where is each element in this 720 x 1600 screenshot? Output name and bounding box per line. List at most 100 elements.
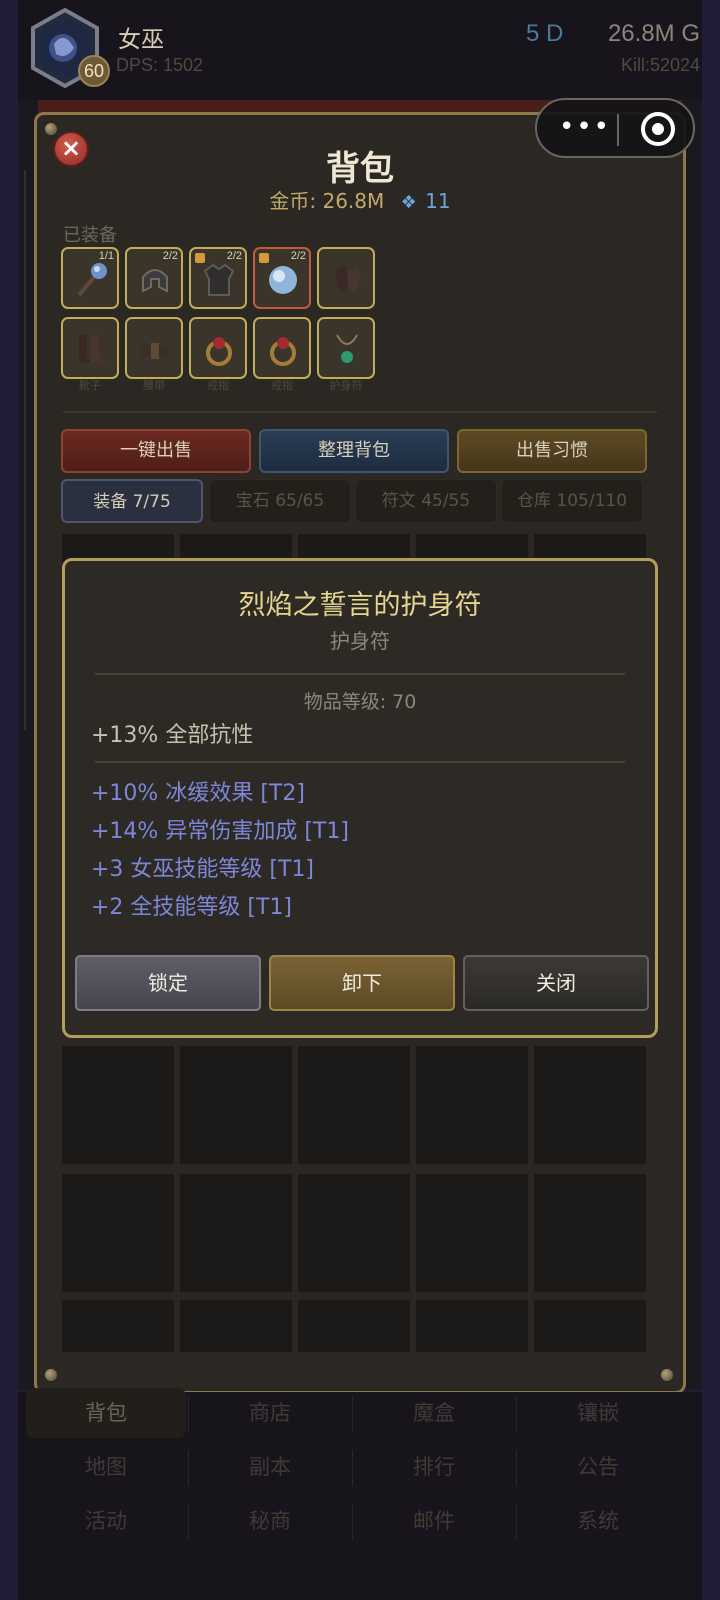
- currency-row: 金币: 26.8M ❖ 11: [37, 185, 683, 214]
- gem-count: 11: [425, 189, 451, 213]
- bottom-navigation: 背包 商店 魔盒 镶嵌 地图 副本 排行 公告 活动 秘商 邮件 系统: [18, 1388, 702, 1600]
- nav-divider: [188, 1504, 189, 1540]
- nav-ranking[interactable]: 排行: [354, 1442, 514, 1492]
- helmet-icon: [142, 269, 168, 293]
- inventory-cell[interactable]: [533, 1173, 647, 1293]
- slot-label: 戒指: [207, 379, 229, 392]
- divider: [63, 411, 657, 413]
- kill-counter: Kill:52024: [620, 55, 700, 75]
- rivet-icon: [661, 1369, 673, 1381]
- nav-magic-box[interactable]: 魔盒: [354, 1388, 514, 1438]
- inventory-cell[interactable]: [533, 1299, 647, 1353]
- tab-runes[interactable]: 符文 45/55: [355, 479, 497, 523]
- inventory-cell[interactable]: [297, 1045, 411, 1165]
- armor-icon: [203, 263, 235, 296]
- tab-equipment[interactable]: 装备 7/75: [61, 479, 203, 523]
- nav-divider: [188, 1396, 189, 1432]
- gloves-icon: [335, 265, 361, 293]
- equip-slot-boots[interactable]: 靴子: [61, 317, 119, 392]
- sell-habit-button[interactable]: 出售习惯: [457, 429, 647, 473]
- nav-shop[interactable]: 商店: [190, 1388, 350, 1438]
- lock-item-button[interactable]: 锁定: [75, 955, 261, 1011]
- affix-line: +14% 异常伤害加成 [T1]: [91, 819, 349, 844]
- capsule-divider: [617, 114, 619, 146]
- nav-inlay[interactable]: 镶嵌: [518, 1388, 678, 1438]
- slot-label: 腰带: [143, 379, 165, 392]
- equip-slot-offhand[interactable]: 2/2: [253, 247, 311, 309]
- base-stat: +13% 全部抗性: [91, 723, 254, 748]
- inventory-cell[interactable]: [415, 1173, 529, 1293]
- inventory-cell[interactable]: [179, 1299, 293, 1353]
- nav-system[interactable]: 系统: [518, 1496, 678, 1546]
- nav-notice[interactable]: 公告: [518, 1442, 678, 1492]
- rivet-icon: [45, 1369, 57, 1381]
- nav-mail[interactable]: 邮件: [354, 1496, 514, 1546]
- nav-bag[interactable]: 背包: [26, 1388, 186, 1438]
- equipped-section-label: 已装备: [63, 225, 117, 246]
- equip-slot-helmet[interactable]: 2/2: [125, 247, 183, 309]
- miniprogram-capsule: •••: [535, 98, 695, 158]
- equip-slot-amulet[interactable]: 护身符: [317, 317, 375, 392]
- equip-slot-belt[interactable]: 腰带: [125, 317, 183, 392]
- nav-dungeon[interactable]: 副本: [190, 1442, 350, 1492]
- nav-secret-merchant[interactable]: 秘商: [190, 1496, 350, 1546]
- inventory-cell[interactable]: [415, 1299, 529, 1353]
- tooltip-divider: [95, 673, 625, 675]
- belt-icon: [141, 343, 169, 359]
- nav-map[interactable]: 地图: [26, 1442, 186, 1492]
- equip-slot-gloves[interactable]: [317, 247, 375, 309]
- target-ring-icon[interactable]: [641, 112, 675, 146]
- inventory-cell[interactable]: [415, 1045, 529, 1165]
- item-tooltip: 烈焰之誓言的护身符 护身符 物品等级: 70 +13% 全部抗性 +10% 冰缓…: [62, 558, 658, 1038]
- amulet-icon: [336, 334, 358, 363]
- affix-line: +3 女巫技能等级 [T1]: [91, 857, 315, 882]
- nav-events[interactable]: 活动: [26, 1496, 186, 1546]
- affix-line: +10% 冰缓效果 [T2]: [91, 781, 305, 806]
- equip-slot-armor[interactable]: 2/2: [189, 247, 247, 309]
- player-name: 女巫: [118, 27, 164, 53]
- inventory-cell[interactable]: [297, 1173, 411, 1293]
- unequip-button[interactable]: 卸下: [269, 955, 455, 1011]
- tooltip-divider: [95, 761, 625, 763]
- rivet-icon: [45, 123, 57, 135]
- equip-slot-weapon[interactable]: 1/1: [61, 247, 119, 309]
- coins-amount: 金币: 26.8M: [269, 189, 385, 213]
- item-name: 烈焰之誓言的护身符: [238, 590, 482, 621]
- inventory-cell[interactable]: [179, 1173, 293, 1293]
- sort-bag-button[interactable]: 整理背包: [259, 429, 449, 473]
- slot-label: 靴子: [79, 379, 101, 392]
- ring-icon: [206, 337, 232, 366]
- slot-label: 戒指: [271, 379, 293, 392]
- item-level: 物品等级: 70: [303, 691, 417, 713]
- nav-divider: [188, 1450, 189, 1486]
- inventory-cell[interactable]: [61, 1299, 175, 1353]
- inventory-cell[interactable]: [61, 1173, 175, 1293]
- tab-warehouse[interactable]: 仓库 105/110: [501, 479, 643, 523]
- staff-icon: [77, 263, 107, 297]
- equip-slot-ring-2[interactable]: 戒指: [253, 317, 311, 392]
- nav-divider: [352, 1396, 353, 1432]
- nav-divider: [516, 1396, 517, 1432]
- inventory-cell[interactable]: [533, 1045, 647, 1165]
- nav-divider: [516, 1504, 517, 1540]
- inventory-cell[interactable]: [61, 1045, 175, 1165]
- equip-slot-ring-1[interactable]: 戒指: [189, 317, 247, 392]
- affix-line: +2 全技能等级 [T1]: [91, 895, 293, 920]
- gold-counter: 26.8M G: [607, 20, 700, 47]
- close-tooltip-button[interactable]: 关闭: [463, 955, 649, 1011]
- ring-icon: [270, 337, 296, 366]
- nav-divider: [516, 1450, 517, 1486]
- nav-divider: [352, 1504, 353, 1540]
- sell-all-button[interactable]: 一键出售: [61, 429, 251, 473]
- tab-gems[interactable]: 宝石 65/65: [209, 479, 351, 523]
- slot-label: 护身符: [329, 379, 363, 392]
- nav-divider: [352, 1450, 353, 1486]
- item-type: 护身符: [330, 629, 390, 653]
- more-dots-icon[interactable]: •••: [555, 114, 615, 144]
- boots-icon: [79, 335, 105, 363]
- inventory-cell[interactable]: [179, 1045, 293, 1165]
- player-status-bar: 60 女巫 DPS: 1502 5 D 26.8M G Kill:52024: [18, 0, 702, 100]
- player-level-badge: 60: [78, 55, 110, 87]
- inventory-cell[interactable]: [297, 1299, 411, 1353]
- player-dps: DPS: 1502: [116, 55, 204, 75]
